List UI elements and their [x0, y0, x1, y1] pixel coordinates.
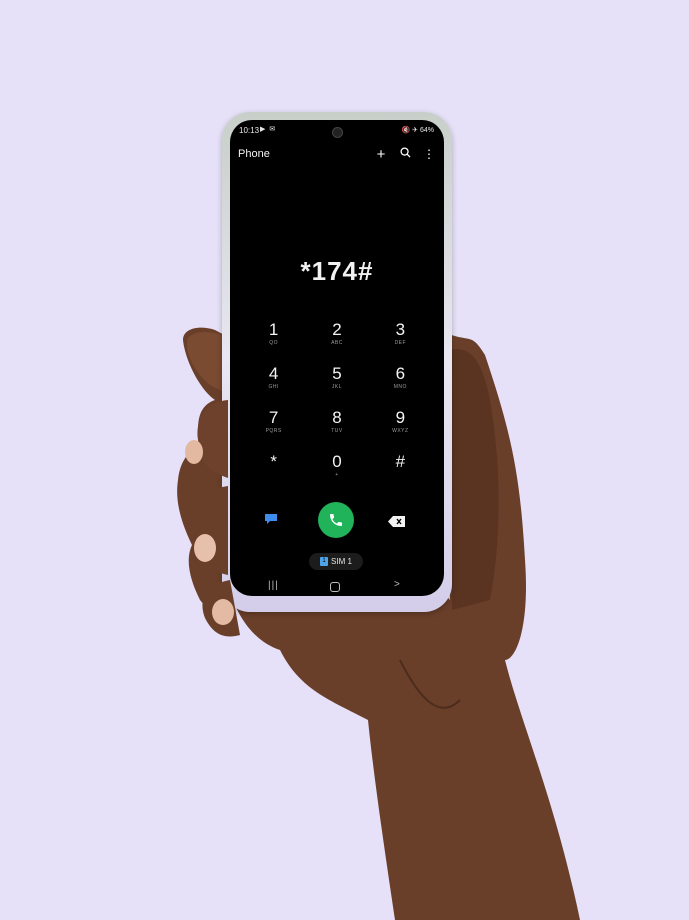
message-icon [265, 514, 277, 524]
status-right: 🔇 ✈ 64% [402, 126, 435, 134]
key-letters: DEF [394, 340, 407, 346]
key-digit: 0 [332, 452, 342, 471]
key-0[interactable]: 0 + [305, 452, 368, 490]
key-digit: 4 [268, 364, 279, 383]
home-button[interactable] [330, 582, 340, 592]
sim-selector[interactable]: 1 SIM 1 [309, 553, 363, 570]
battery-level: 64% [419, 127, 434, 134]
key-8[interactable]: 8 TUV [305, 408, 368, 446]
dial-keypad: 1 QO 2 ABC 3 DEF 4 GHI 5 JKL 6 MNO 7 PQRS 8 TUV … [242, 320, 432, 490]
key-4[interactable]: 4 GHI [242, 364, 305, 402]
sim-label: SIM 1 [331, 557, 352, 566]
more-options-button[interactable]: ⋮ [422, 147, 436, 161]
search-icon [399, 147, 411, 158]
key-5[interactable]: 5 JKL [305, 364, 368, 402]
backspace-button[interactable] [388, 514, 406, 527]
key-9[interactable]: 9 WXYZ [369, 408, 432, 446]
key-digit: 2 [332, 320, 342, 339]
key-star[interactable]: * [242, 452, 305, 490]
key-letters: + [335, 472, 339, 478]
key-3[interactable]: 3 DEF [369, 320, 432, 358]
search-button[interactable] [398, 145, 412, 163]
key-letters: TUV [331, 428, 343, 434]
key-letters: ABC [331, 340, 343, 346]
key-letters: PQRS [265, 428, 282, 434]
key-1[interactable]: 1 QO [242, 320, 305, 358]
key-digit: 5 [332, 364, 342, 383]
key-digit: 3 [395, 320, 406, 339]
phone-device: 10:13 ▶ ✉ 🔇 ✈ 64% Phone + ⋮ *174# 1 QO 2… [222, 112, 452, 612]
backspace-icon [388, 516, 405, 527]
key-letters: GHI [268, 384, 279, 390]
key-digit: 1 [268, 320, 279, 339]
key-letters: WXYZ [392, 428, 409, 434]
key-hash[interactable]: # [369, 452, 432, 490]
message-button[interactable] [264, 512, 278, 524]
key-digit: 9 [395, 408, 406, 427]
key-digit: 8 [332, 408, 342, 427]
call-button[interactable] [318, 502, 354, 538]
appbar-actions: + ⋮ [374, 145, 436, 163]
key-letters: QO [269, 340, 279, 346]
dialed-number[interactable]: *174# [230, 256, 444, 287]
add-contact-button[interactable]: + [374, 147, 388, 162]
app-title: Phone [238, 148, 270, 160]
key-digit: 7 [268, 408, 279, 427]
phone-icon [330, 514, 342, 526]
key-letters: MNO [393, 384, 407, 390]
sim-badge: 1 [320, 557, 329, 566]
status-bar: 10:13 ▶ ✉ 🔇 ✈ 64% [230, 120, 444, 140]
key-letters: JKL [331, 384, 343, 390]
navigation-bar: ||| > [230, 578, 444, 596]
phone-screen: 10:13 ▶ ✉ 🔇 ✈ 64% Phone + ⋮ *174# 1 QO 2… [230, 120, 444, 596]
recent-apps-button[interactable]: ||| [268, 580, 279, 591]
front-camera [332, 127, 343, 138]
key-7[interactable]: 7 PQRS [242, 408, 305, 446]
key-6[interactable]: 6 MNO [369, 364, 432, 402]
notification-icons: ▶ ✉ [260, 126, 277, 133]
key-digit: # [395, 452, 406, 471]
scene: 10:13 ▶ ✉ 🔇 ✈ 64% Phone + ⋮ *174# 1 QO 2… [0, 0, 689, 920]
dialer-actions [230, 502, 444, 538]
mute-airplane-icon: 🔇 ✈ [401, 127, 419, 134]
status-time: 10:13 [239, 126, 260, 135]
key-digit: * [270, 452, 277, 471]
key-2[interactable]: 2 ABC [305, 320, 368, 358]
back-nav-button[interactable]: > [394, 579, 400, 590]
key-digit: 6 [395, 364, 406, 383]
